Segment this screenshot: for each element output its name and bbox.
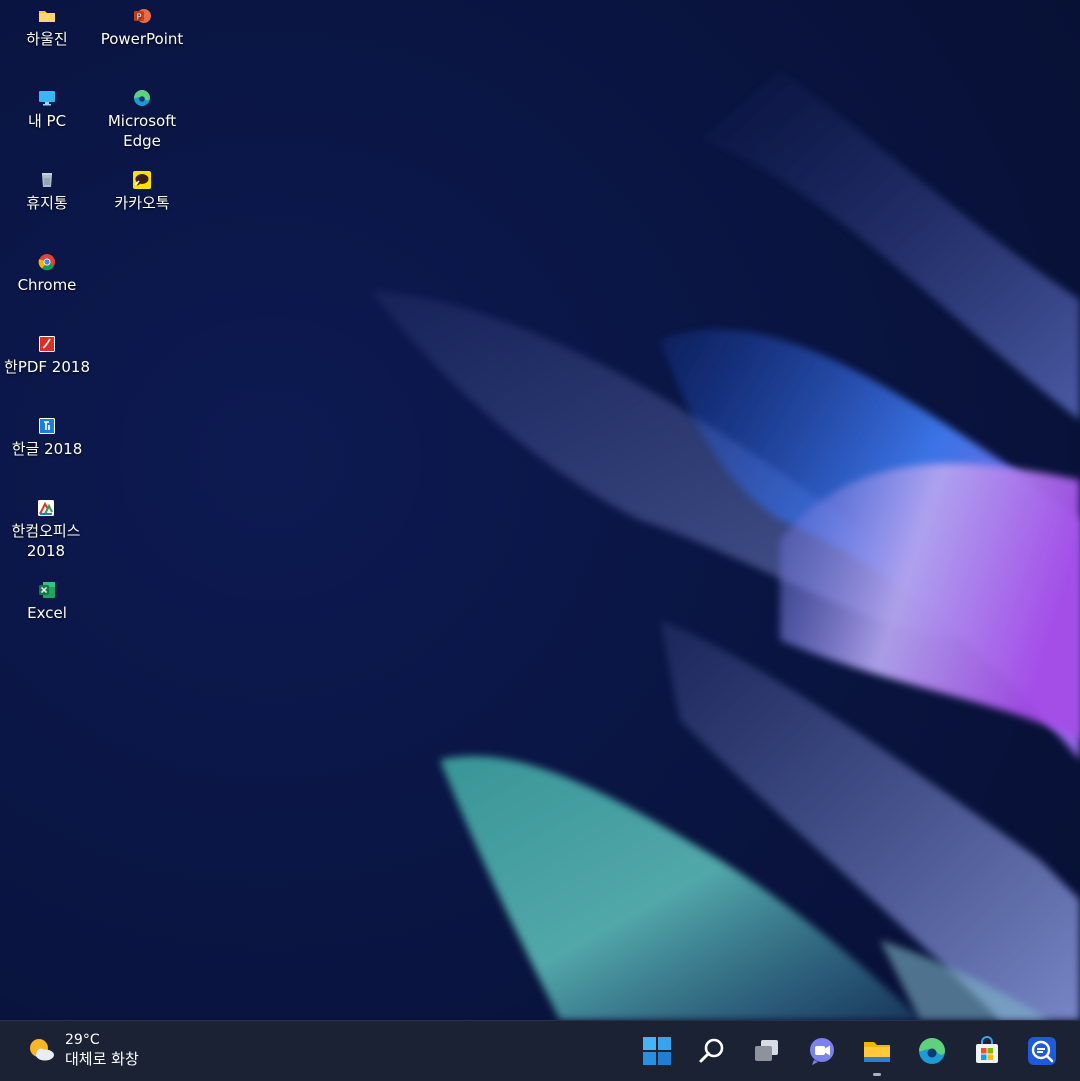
weather-condition: 대체로 화창 (65, 1050, 139, 1068)
desktop-icon-powerpoint[interactable]: P PowerPoint (97, 0, 187, 49)
this-pc-icon (37, 88, 57, 108)
desktop-icon-label: Microsoft Edge (107, 112, 177, 150)
hangul-icon (37, 416, 57, 436)
powerpoint-icon: P (132, 6, 152, 26)
desktop-icon-haulgin[interactable]: 하울진 (2, 0, 92, 49)
desktop-icon-label: Chrome (17, 276, 77, 294)
desktop-icon-label: 카카오톡 (114, 194, 170, 212)
search-button[interactable] (692, 1031, 732, 1071)
weather-widget[interactable]: 29°C 대체로 화창 (26, 1031, 139, 1069)
hanpdf-icon (37, 334, 57, 354)
hancom-office-icon (36, 498, 56, 518)
desktop-icon-label: Excel (27, 604, 67, 622)
partly-sunny-icon (30, 1039, 54, 1061)
desktop-icon-hangul[interactable]: 한글 2018 (2, 410, 92, 459)
desktop-icon-kakaotalk[interactable]: 카카오톡 (97, 164, 187, 213)
desktop-icon-excel[interactable]: Excel (2, 574, 92, 623)
desktop-icon-recycle-bin[interactable]: 휴지통 (2, 164, 92, 213)
desktop-icon-label: PowerPoint (100, 30, 184, 48)
edge-icon (919, 1038, 945, 1064)
desktop-icon-label: 내 PC (27, 112, 67, 130)
edge-icon (132, 88, 152, 108)
desktop-icon-label: 한컴오피스 2018 (11, 522, 81, 560)
desktop-icon-hancom-office[interactable]: 한컴오피스 2018 (1, 492, 91, 561)
search-icon (699, 1038, 724, 1063)
desktop-icon-label: 한글 2018 (11, 440, 83, 458)
task-view-button[interactable] (747, 1031, 787, 1071)
chat-icon (810, 1038, 834, 1065)
task-view-icon (755, 1040, 778, 1061)
store-button[interactable] (967, 1031, 1007, 1071)
active-indicator (873, 1073, 881, 1076)
start-icon (643, 1037, 671, 1065)
desktop-icon-hanpdf[interactable]: 한PDF 2018 (2, 328, 92, 377)
svg-text:P: P (137, 13, 142, 22)
file-explorer-button[interactable] (857, 1031, 897, 1076)
kakaotalk-icon (132, 170, 152, 190)
app-icon (1028, 1037, 1056, 1065)
desktop-icon-label: 휴지통 (26, 194, 68, 212)
desktop-wallpaper (0, 0, 1080, 1020)
edge-taskbar-button[interactable] (912, 1031, 952, 1071)
desktop-icon-chrome[interactable]: Chrome (2, 246, 92, 295)
chat-button[interactable] (802, 1031, 842, 1071)
desktop-icon-edge[interactable]: Microsoft Edge (97, 82, 187, 151)
taskbar: 29°C 대체로 화창 (0, 1020, 1080, 1081)
folder-icon (37, 6, 57, 26)
desktop-icon-this-pc[interactable]: 내 PC (2, 82, 92, 131)
file-explorer-icon (864, 1042, 890, 1062)
app-button[interactable] (1022, 1031, 1062, 1071)
chrome-icon (37, 252, 57, 272)
store-icon (976, 1036, 998, 1063)
weather-temperature: 29°C (65, 1032, 100, 1048)
desktop-icon-label: 하울진 (26, 30, 68, 48)
desktop-icon-label: 한PDF 2018 (4, 358, 90, 376)
excel-icon (37, 580, 57, 600)
recycle-bin-icon (37, 170, 57, 190)
start-button[interactable] (637, 1031, 677, 1071)
